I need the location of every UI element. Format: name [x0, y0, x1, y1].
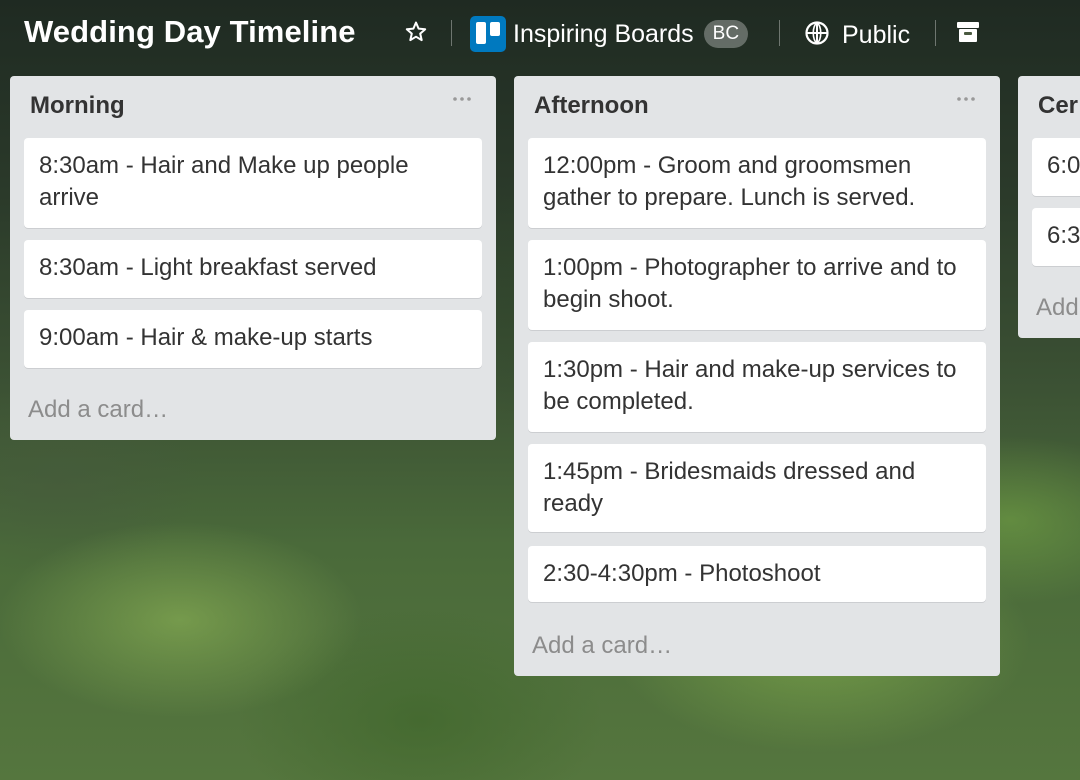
- card[interactable]: 8:30am - Hair and Make up people arrive: [24, 138, 482, 228]
- list-title[interactable]: Morning: [30, 92, 125, 120]
- list-title[interactable]: Cer: [1038, 92, 1078, 120]
- header-divider: [779, 20, 780, 46]
- card[interactable]: 1:30pm - Hair and make-up services to be…: [528, 342, 986, 432]
- list-menu-button[interactable]: [450, 90, 474, 106]
- card[interactable]: 6:0: [1032, 138, 1080, 196]
- archive-icon: [955, 20, 981, 49]
- card[interactable]: 12:00pm - Groom and groomsmen gather to …: [528, 138, 986, 228]
- card[interactable]: 2:30-4:30pm - Photoshoot: [528, 546, 986, 602]
- archive-button[interactable]: [954, 20, 982, 48]
- card[interactable]: 9:00am - Hair & make-up starts: [24, 310, 482, 368]
- star-button[interactable]: [402, 20, 430, 48]
- list-morning: Morning 8:30am - Hair and Make up people…: [10, 76, 496, 440]
- board-header: Wedding Day Timeline Inspiring Boards BC…: [0, 0, 1080, 70]
- list-ceremony-partial: Cer 6:0 6:3 Add: [1018, 76, 1080, 338]
- card[interactable]: 1:45pm - Bridesmaids dressed and ready: [528, 444, 986, 532]
- star-icon: [404, 20, 428, 49]
- header-divider: [451, 20, 452, 46]
- trello-logo-icon: [470, 16, 506, 52]
- ellipsis-icon: [452, 89, 472, 107]
- globe-icon: [804, 20, 830, 51]
- team-name: Inspiring Boards: [513, 19, 694, 48]
- card[interactable]: 8:30am - Light breakfast served: [24, 240, 482, 298]
- list-afternoon: Afternoon 12:00pm - Groom and groomsmen …: [514, 76, 1000, 676]
- list-title[interactable]: Afternoon: [534, 92, 649, 120]
- card[interactable]: 1:00pm - Photographer to arrive and to b…: [528, 240, 986, 330]
- team-button[interactable]: Inspiring Boards BC: [470, 15, 749, 53]
- add-card-button[interactable]: Add a card…: [28, 396, 168, 424]
- board-title[interactable]: Wedding Day Timeline: [24, 14, 356, 50]
- team-badge: BC: [703, 20, 749, 48]
- list-menu-button[interactable]: [954, 90, 978, 106]
- ellipsis-icon: [956, 89, 976, 107]
- add-card-button[interactable]: Add a card…: [532, 632, 672, 660]
- visibility-label: Public: [842, 20, 911, 49]
- visibility-button[interactable]: Public: [804, 18, 910, 52]
- header-divider: [935, 20, 936, 46]
- card[interactable]: 6:3: [1032, 208, 1080, 266]
- add-card-button[interactable]: Add: [1036, 294, 1079, 322]
